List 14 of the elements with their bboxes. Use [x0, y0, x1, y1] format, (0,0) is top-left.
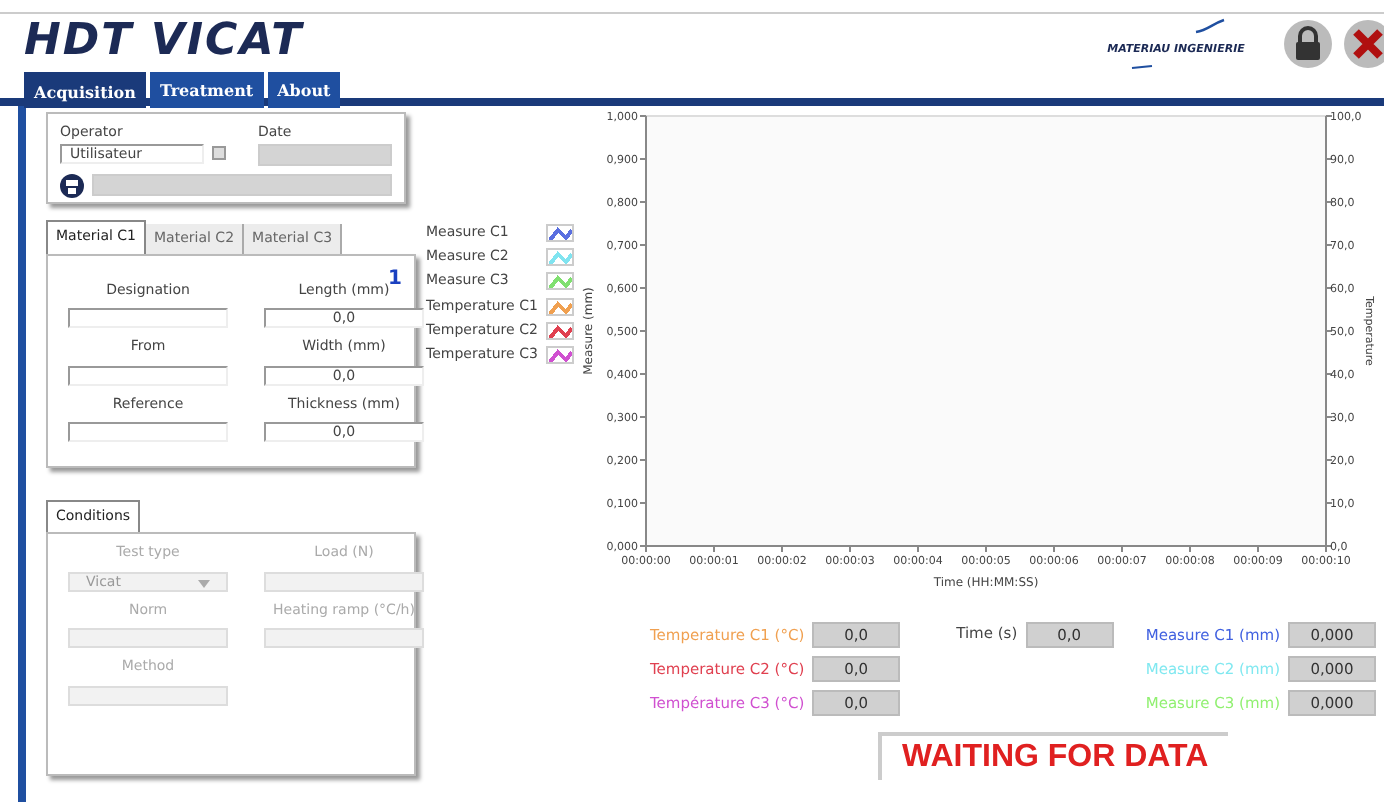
app-title: HDT VICAT: [24, 20, 306, 64]
input-field[interactable]: [68, 422, 228, 442]
input-field[interactable]: [68, 308, 228, 328]
close-icon[interactable]: [1340, 16, 1384, 72]
save-icon[interactable]: [60, 173, 84, 197]
status-message: WAITING FOR DATA: [878, 732, 1229, 780]
tab[interactable]: Acquisition: [24, 72, 146, 108]
input-field[interactable]: [68, 365, 228, 385]
browse-button[interactable]: [212, 146, 226, 160]
lock-icon[interactable]: [1284, 16, 1332, 72]
date-field: [258, 143, 392, 165]
tab[interactable]: Treatment: [149, 72, 264, 108]
tab[interactable]: About: [267, 72, 341, 108]
channel-number: 1: [388, 265, 402, 289]
